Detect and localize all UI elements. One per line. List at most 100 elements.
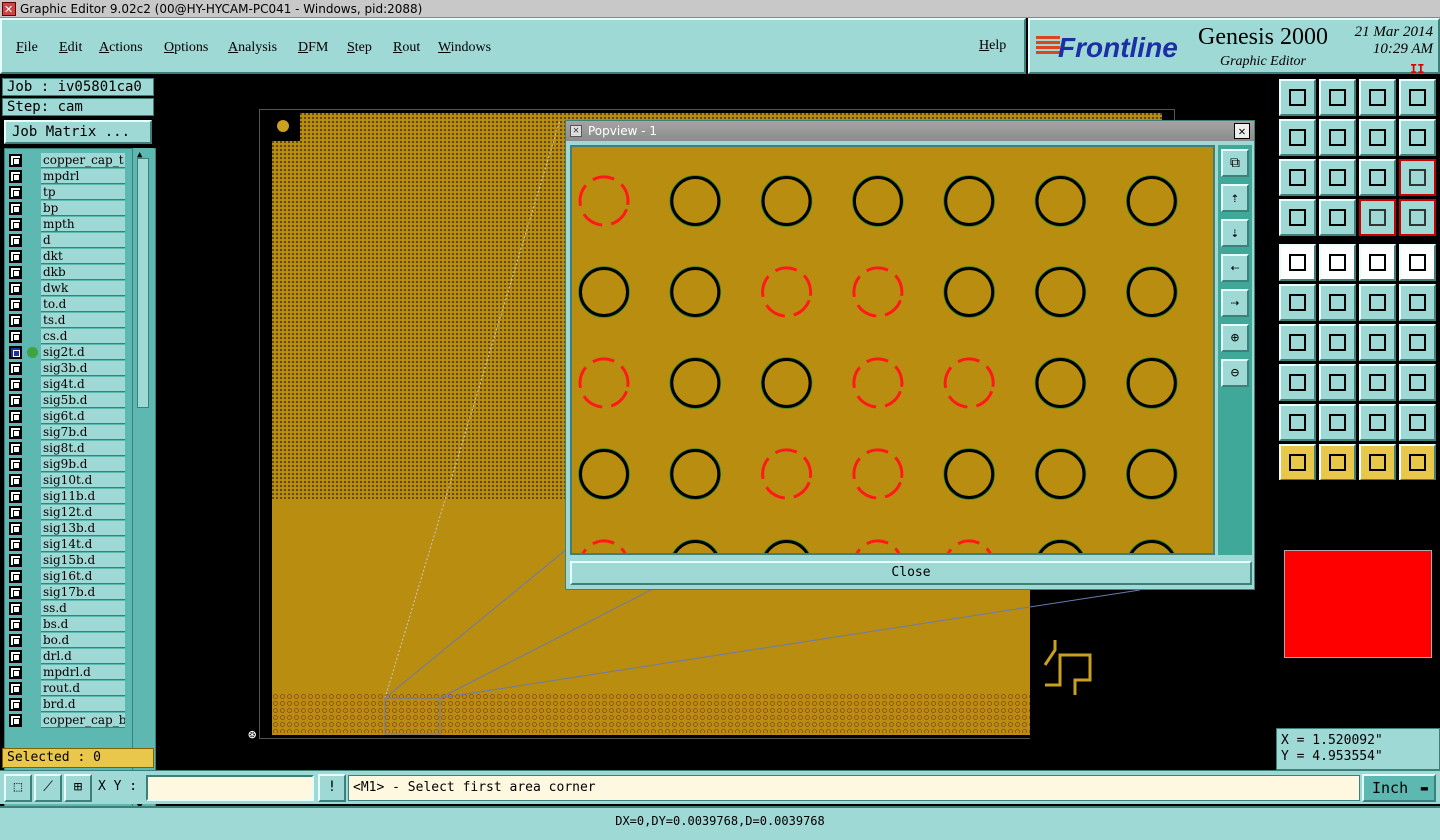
pad[interactable]	[762, 539, 812, 553]
layer-row[interactable]: sig4t.d	[5, 377, 129, 392]
layer-checkbox[interactable]	[9, 586, 22, 599]
layer-row[interactable]: sig17b.d	[5, 585, 129, 600]
layer-row[interactable]: to.d	[5, 297, 129, 312]
layer-row[interactable]: copper_cap_b	[5, 713, 129, 728]
layer-row[interactable]: sig2t.d	[5, 345, 129, 360]
layer-checkbox[interactable]	[9, 170, 22, 183]
select-round-icon[interactable]	[1399, 244, 1436, 281]
layer-checkbox[interactable]	[9, 266, 22, 279]
layer-name[interactable]: bs.d	[41, 617, 125, 632]
overview-map[interactable]	[1276, 480, 1440, 728]
layer-row[interactable]: copper_cap_t	[5, 153, 129, 168]
menu-options[interactable]: Options	[164, 40, 208, 56]
layer-name[interactable]: sig9b.d	[41, 457, 125, 472]
layer-row[interactable]: bo.d	[5, 633, 129, 648]
menu-analysis[interactable]: Analysis	[228, 40, 277, 56]
layer-name[interactable]: sig5b.d	[41, 393, 125, 408]
home-down-icon[interactable]	[1319, 79, 1356, 116]
add-pad-icon[interactable]	[1359, 284, 1396, 321]
layer-name[interactable]: dkb	[41, 265, 125, 280]
pad-violation[interactable]	[938, 534, 1000, 553]
layer-row[interactable]: dkb	[5, 265, 129, 280]
arc-icon[interactable]	[1359, 324, 1396, 361]
layer-row[interactable]: sig9b.d	[5, 457, 129, 472]
pad-violation[interactable]	[573, 534, 635, 553]
layer-name[interactable]: mpdrl	[41, 169, 125, 184]
angle-icon[interactable]	[1279, 324, 1316, 361]
pad[interactable]	[578, 448, 630, 500]
layer-name[interactable]: bp	[41, 201, 125, 216]
layer-row[interactable]: sig16t.d	[5, 569, 129, 584]
layer-row[interactable]: drl.d	[5, 649, 129, 664]
pad[interactable]	[1126, 357, 1178, 409]
layer-checkbox[interactable]	[9, 394, 22, 407]
pad[interactable]	[943, 175, 995, 227]
measure-ruler-icon[interactable]	[1359, 244, 1396, 281]
layer-checkbox[interactable]	[9, 298, 22, 311]
select-pad-icon[interactable]	[1279, 244, 1316, 281]
layer-row[interactable]: sig8t.d	[5, 441, 129, 456]
pad[interactable]	[1034, 357, 1087, 409]
pad[interactable]	[1126, 448, 1178, 500]
layer-checkbox[interactable]	[9, 282, 22, 295]
layer-name[interactable]: sig3b.d	[41, 361, 125, 376]
pad[interactable]	[852, 175, 904, 227]
route-path-icon[interactable]	[1399, 444, 1436, 481]
layer-checkbox[interactable]	[9, 442, 22, 455]
pad-violation[interactable]	[847, 352, 909, 414]
pad[interactable]	[1126, 175, 1178, 227]
layer-checkbox[interactable]	[9, 474, 22, 487]
grid-tool-icon[interactable]	[1319, 199, 1356, 236]
pad[interactable]	[760, 357, 813, 409]
pad[interactable]	[1034, 175, 1087, 227]
layer-row[interactable]: mpth	[5, 217, 129, 232]
unit-select[interactable]: Inch ▬	[1362, 774, 1436, 802]
layer-checkbox[interactable]	[9, 490, 22, 503]
layer-row[interactable]: sig14t.d	[5, 537, 129, 552]
layer-name[interactable]: sig11b.d	[41, 489, 125, 504]
pad-violation[interactable]	[573, 352, 635, 414]
layer-name[interactable]: to.d	[41, 297, 125, 312]
xy-input[interactable]	[146, 775, 314, 801]
layer-checkbox[interactable]	[9, 682, 22, 695]
job-matrix-button[interactable]: Job Matrix ...	[4, 120, 152, 144]
pad[interactable]	[943, 266, 995, 318]
layer-row[interactable]: mpdrl	[5, 169, 129, 184]
layer-name[interactable]: rout.d	[41, 681, 125, 696]
pad-violation[interactable]	[938, 352, 1000, 414]
scroll-thumb[interactable]	[137, 158, 149, 408]
layer-row[interactable]: dwk	[5, 281, 129, 296]
layer-name[interactable]: ts.d	[41, 313, 125, 328]
layer-checkbox[interactable]	[9, 698, 22, 711]
layer-checkbox[interactable]	[9, 202, 22, 215]
layer-name[interactable]: sig2t.d	[41, 345, 125, 360]
pad-violation[interactable]	[847, 443, 909, 505]
exclamation-button[interactable]: !	[318, 774, 346, 802]
layer-checkbox[interactable]	[9, 314, 22, 327]
layer-checkbox[interactable]	[9, 538, 22, 551]
pad[interactable]	[1126, 266, 1178, 318]
layer-checkbox[interactable]	[9, 618, 22, 631]
layer-name[interactable]: sig7b.d	[41, 425, 125, 440]
layer-checkbox[interactable]	[9, 154, 22, 167]
layer-name[interactable]: brd.d	[41, 697, 125, 712]
layer-checkbox[interactable]	[9, 458, 22, 471]
layer-checkbox[interactable]	[9, 234, 22, 247]
pad[interactable]	[578, 266, 630, 318]
pad-violation[interactable]	[756, 261, 818, 323]
measure-icon[interactable]: ⟋	[34, 774, 62, 802]
layer-name[interactable]: cs.d	[41, 329, 125, 344]
layer-row[interactable]: d	[5, 233, 129, 248]
layer-row[interactable]: mpdrl.d	[5, 665, 129, 680]
select-line-icon[interactable]	[1319, 244, 1356, 281]
menu-edit[interactable]: Edit	[59, 40, 82, 56]
home-up-icon[interactable]	[1279, 79, 1316, 116]
menu-step[interactable]: Step	[347, 40, 372, 56]
layer-row[interactable]: sig13b.d	[5, 521, 129, 536]
pad[interactable]	[943, 448, 995, 500]
text-tool-icon[interactable]	[1399, 324, 1436, 361]
pan-left-tool-icon[interactable]	[1279, 119, 1316, 156]
cut-line-icon[interactable]	[1319, 364, 1356, 401]
pad[interactable]	[670, 539, 720, 553]
layer-name[interactable]: bo.d	[41, 633, 125, 648]
